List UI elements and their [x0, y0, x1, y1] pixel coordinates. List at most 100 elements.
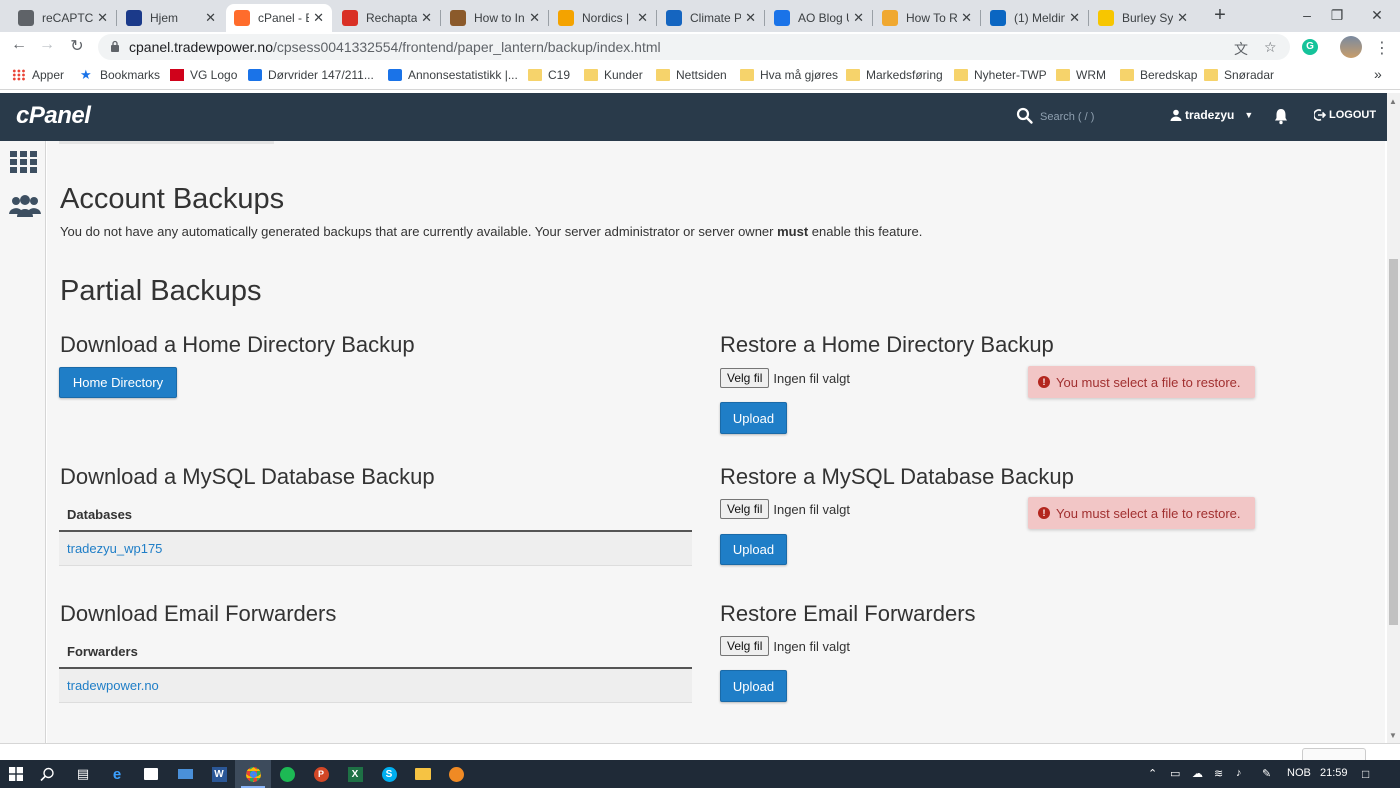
language-indicator[interactable]: NOB — [1287, 767, 1311, 779]
browser-toolbar: ← → ↻ cpanel.tradewpower.no/cpsess004133… — [0, 32, 1400, 62]
word-icon[interactable]: W — [209, 764, 229, 784]
chrome-icon[interactable] — [243, 764, 263, 784]
page-scrollbar[interactable]: ▲ ▼ — [1387, 93, 1400, 743]
forward-arrow-icon[interactable]: → — [36, 36, 58, 54]
powerpoint-icon[interactable]: P — [311, 764, 331, 784]
search-input[interactable] — [1040, 107, 1150, 127]
notifications-icon[interactable]: □ — [1362, 767, 1369, 781]
upload-email-button[interactable]: Upload — [720, 670, 787, 702]
close-window-icon[interactable]: ✕ — [1354, 0, 1400, 32]
user-menu[interactable]: tradezyu ▼ — [1170, 108, 1253, 122]
browser-tab[interactable]: reCAPTCHA✕ — [10, 4, 116, 32]
browser-tab[interactable]: (1) Meldin ✕ — [982, 4, 1088, 32]
forwarder-link[interactable]: tradewpower.no — [59, 669, 692, 703]
bookmark-star-icon[interactable]: ☆ — [1264, 39, 1277, 56]
browser-tab[interactable]: Hjem ✕ — [118, 4, 224, 32]
address-bar[interactable]: cpanel.tradewpower.no/cpsess0041332554/f… — [98, 34, 1290, 60]
close-tab-icon[interactable]: ✕ — [1177, 10, 1188, 26]
tray-wifi-icon[interactable]: ≋ — [1214, 767, 1223, 780]
tray-volume-icon[interactable]: ♪ — [1236, 767, 1242, 779]
bookmark-item[interactable]: Apper — [12, 68, 64, 82]
bookmark-label: Kunder — [604, 68, 643, 82]
browser-tab[interactable]: Rechapta ✕ — [334, 4, 440, 32]
taskbar-search-icon[interactable] — [40, 767, 55, 782]
close-tab-icon[interactable]: ✕ — [421, 10, 432, 26]
tab-title: Rechapta — [366, 11, 418, 25]
cpanel-logo[interactable]: cPanel — [16, 102, 91, 130]
browser-tab[interactable]: Climate P ✕ — [658, 4, 764, 32]
database-link[interactable]: tradezyu_wp175 — [59, 532, 692, 566]
reload-icon[interactable]: ↻ — [66, 36, 88, 56]
tray-pen-icon[interactable]: ✎ — [1262, 767, 1271, 780]
mail-icon[interactable] — [175, 764, 195, 784]
apps-grid-icon[interactable] — [9, 150, 38, 174]
choose-file-button[interactable]: Velg fil — [720, 636, 770, 656]
bookmark-item[interactable]: Beredskap — [1120, 68, 1197, 82]
app-orange-icon[interactable] — [446, 764, 466, 784]
browser-tab[interactable]: Nordics | ✕ — [550, 4, 656, 32]
scroll-up-icon[interactable]: ▲ — [1389, 97, 1397, 106]
bookmark-item[interactable]: C19 — [528, 68, 570, 82]
edge-icon[interactable]: e — [107, 764, 127, 784]
browser-tab[interactable]: How To R ✕ — [874, 4, 980, 32]
skype-icon[interactable]: S — [379, 764, 399, 784]
close-tab-icon[interactable]: ✕ — [313, 10, 324, 26]
bookmark-item[interactable]: ★ Bookmarks — [80, 68, 160, 82]
grammarly-extension-icon[interactable]: G — [1302, 39, 1318, 55]
bookmark-item[interactable]: Nyheter-TWP — [954, 68, 1047, 82]
choose-file-button[interactable]: Velg fil — [720, 499, 770, 519]
browser-tab[interactable]: How to In ✕ — [442, 4, 548, 32]
bookmark-item[interactable]: Dørvrider 147/211... — [248, 68, 374, 82]
new-tab-button[interactable]: + — [1208, 4, 1232, 27]
back-arrow-icon[interactable]: ← — [8, 36, 30, 54]
windows-start-icon[interactable] — [9, 767, 23, 781]
close-tab-icon[interactable]: ✕ — [205, 10, 216, 26]
upload-mysql-button[interactable]: Upload — [720, 534, 787, 565]
browser-tab[interactable]: AO Blog U ✕ — [766, 4, 872, 32]
close-tab-icon[interactable]: ✕ — [529, 10, 540, 26]
choose-file-button[interactable]: Velg fil — [720, 368, 770, 388]
tray-onedrive-icon[interactable]: ☁ — [1192, 767, 1203, 780]
search-icon[interactable] — [1016, 107, 1034, 125]
translate-icon[interactable]: 文 — [1234, 39, 1248, 59]
file-explorer-icon[interactable] — [413, 764, 433, 784]
browser-menu-icon[interactable]: ⋮ — [1374, 38, 1390, 58]
store-icon[interactable] — [141, 764, 161, 784]
bookmark-item[interactable]: Snøradar — [1204, 68, 1274, 82]
bookmark-item[interactable]: Hva må gjøres — [740, 68, 838, 82]
excel-icon[interactable]: X — [345, 764, 365, 784]
close-tab-icon[interactable]: ✕ — [1069, 10, 1080, 26]
browser-tab[interactable]: cPanel - B ✕ — [226, 4, 332, 32]
folder-icon — [740, 69, 754, 81]
close-tab-icon[interactable]: ✕ — [97, 10, 108, 26]
username-label: tradezyu — [1185, 108, 1235, 122]
bookmark-item[interactable]: WRM — [1056, 68, 1106, 82]
bookmark-item[interactable]: Nettsiden — [656, 68, 727, 82]
bookmark-item[interactable]: Annonsestatistikk |... — [388, 68, 518, 82]
close-tab-icon[interactable]: ✕ — [745, 10, 756, 26]
bookmark-item[interactable]: VG Logo — [170, 68, 237, 82]
spotify-icon[interactable] — [277, 764, 297, 784]
bell-icon[interactable] — [1272, 107, 1290, 125]
close-tab-icon[interactable]: ✕ — [637, 10, 648, 26]
scrollbar-thumb[interactable] — [1389, 259, 1398, 625]
browser-tab[interactable]: Burley Syk✕ — [1090, 4, 1196, 32]
close-tab-icon[interactable]: ✕ — [853, 10, 864, 26]
bookmark-label: Beredskap — [1140, 68, 1198, 82]
cpanel-sidebar — [0, 141, 46, 743]
users-group-icon[interactable] — [9, 194, 41, 218]
tray-battery-icon[interactable]: ▭ — [1170, 767, 1180, 780]
bookmark-item[interactable]: Kunder — [584, 68, 643, 82]
profile-avatar[interactable] — [1340, 36, 1362, 58]
upload-home-button[interactable]: Upload — [720, 402, 787, 434]
clock[interactable]: 21:59 — [1320, 767, 1348, 779]
tray-chevron-up-icon[interactable]: ⌃ — [1148, 767, 1157, 780]
task-view-icon[interactable]: ▤ — [73, 764, 93, 784]
scroll-down-icon[interactable]: ▼ — [1389, 731, 1397, 740]
bookmark-item[interactable]: Markedsføring — [846, 68, 943, 82]
logout-button[interactable]: LOGOUT — [1314, 109, 1376, 121]
tab-title: How To R — [906, 11, 958, 25]
more-bookmarks-icon[interactable]: » — [1374, 66, 1382, 82]
home-directory-button[interactable]: Home Directory — [59, 367, 177, 398]
close-tab-icon[interactable]: ✕ — [961, 10, 972, 26]
